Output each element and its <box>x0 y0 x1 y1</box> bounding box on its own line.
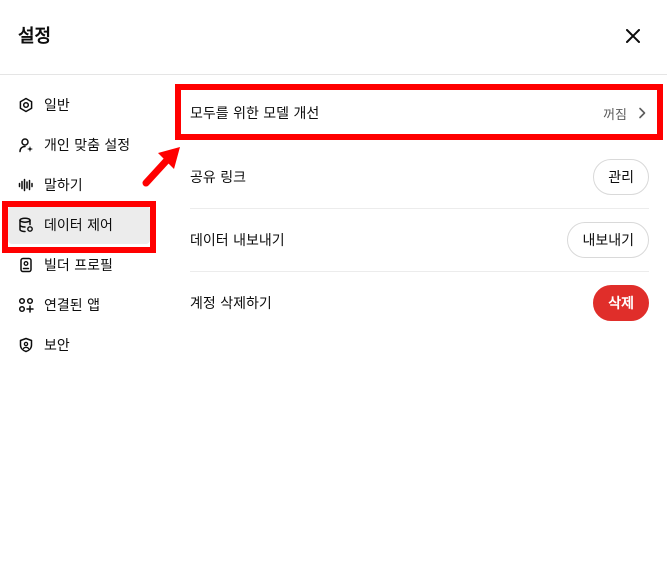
delete-account-button[interactable]: 삭제 <box>593 285 649 321</box>
sidebar-item-label: 빌더 프로필 <box>44 258 113 274</box>
shared-links-label: 공유 링크 <box>190 170 246 186</box>
sidebar-item-speech[interactable]: 말하기 <box>8 166 150 204</box>
sidebar-item-connected-apps[interactable]: 연결된 앱 <box>8 286 150 324</box>
export-data-button[interactable]: 내보내기 <box>567 222 649 258</box>
improve-model-status: 꺼짐 <box>603 107 627 123</box>
delete-account-label: 계정 삭제하기 <box>190 296 272 312</box>
apps-grid-icon <box>16 295 36 315</box>
improve-model-row[interactable]: 모두를 위한 모델 개선 꺼짐 <box>190 84 649 142</box>
chevron-right-icon <box>639 107 646 119</box>
sidebar-item-personalization[interactable]: 개인 맞춤 설정 <box>8 126 150 164</box>
sidebar-item-label: 말하기 <box>44 178 83 194</box>
id-card-icon <box>16 255 36 275</box>
sidebar-item-general[interactable]: 일반 <box>8 86 150 124</box>
database-settings-icon <box>16 215 36 235</box>
improve-model-label: 모두를 위한 모델 개선 <box>190 106 320 122</box>
sidebar-item-builder-profile[interactable]: 빌더 프로필 <box>8 246 150 284</box>
delete-account-row: 계정 삭제하기 삭제 <box>190 272 649 334</box>
gear-icon <box>16 95 36 115</box>
close-icon <box>626 29 640 43</box>
sidebar-item-security[interactable]: 보안 <box>8 326 150 364</box>
export-data-row: 데이터 내보내기 내보내기 <box>190 209 649 272</box>
export-data-label: 데이터 내보내기 <box>190 233 285 249</box>
shared-links-row: 공유 링크 관리 <box>190 146 649 209</box>
person-sparkle-icon <box>16 135 36 155</box>
audio-wave-icon <box>16 175 36 195</box>
sidebar-item-label: 연결된 앱 <box>44 298 100 314</box>
settings-header: 설정 <box>0 0 667 75</box>
manage-shared-links-button[interactable]: 관리 <box>593 159 649 195</box>
sidebar-item-label: 개인 맞춤 설정 <box>44 138 131 154</box>
improve-model-value[interactable]: 꺼짐 <box>603 104 649 123</box>
sidebar-item-data-controls[interactable]: 데이터 제어 <box>8 206 150 244</box>
sidebar-item-label: 보안 <box>44 338 70 354</box>
sidebar-item-label: 데이터 제어 <box>44 218 113 234</box>
shield-lock-icon <box>16 335 36 355</box>
sidebar-item-label: 일반 <box>44 98 70 114</box>
close-button[interactable] <box>621 24 645 48</box>
page-title: 설정 <box>18 26 52 47</box>
